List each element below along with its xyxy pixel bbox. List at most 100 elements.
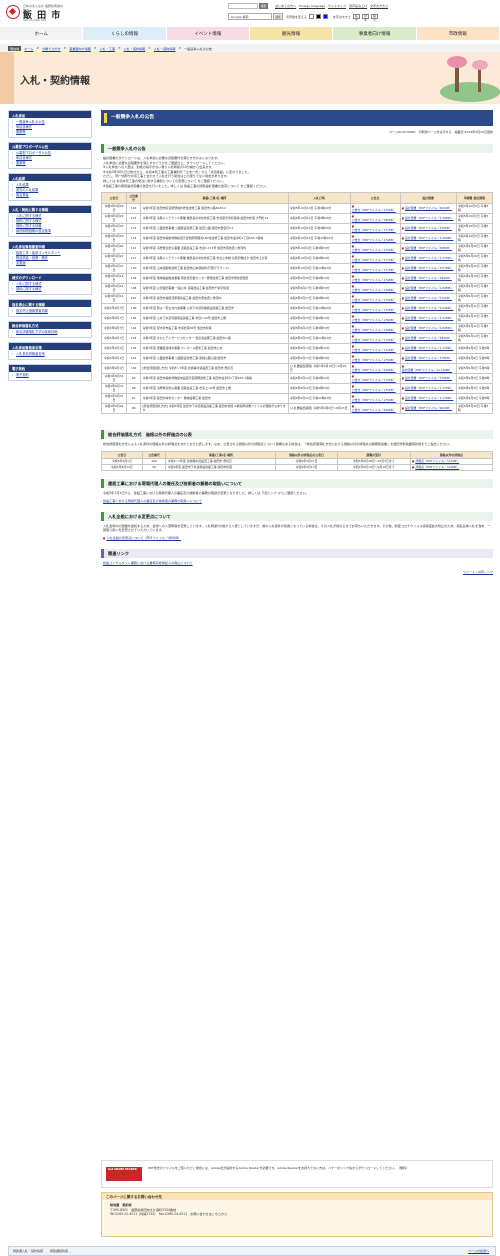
design-pdf-link[interactable]: 設計図書（PDFファイル／1.09MB） — [405, 286, 453, 290]
city-logo[interactable]: 日本のまんなか 長野県南信州 信州 飯 田 市 Iida City Web Si… — [6, 3, 66, 23]
design-pdf-link[interactable]: 設計図書（PDFファイル／376KB） — [405, 226, 452, 230]
notice-pdf-link[interactable]: 公告文（PDFファイル／173KB） — [352, 308, 396, 312]
related-link[interactable]: 建設コンサルタント業務における業務完成保証人の廃止について — [103, 561, 193, 565]
sidebar-item[interactable]: 一般競争入札の公告 — [16, 120, 45, 124]
notice-pdf-link[interactable]: 公告文（PDFファイル／174KB） — [352, 238, 396, 242]
design-pdf-link[interactable]: 設計図書（PDFファイル／512KB） — [405, 296, 452, 300]
design-pdf-link[interactable]: 設計図書（PDFファイル／1.37MB） — [405, 256, 453, 260]
design-pdf-link[interactable]: 設計図書（PDFファイル／4.49MB） — [405, 216, 453, 220]
gnav-item[interactable]: 事業者向け情報 — [333, 27, 417, 40]
design-pdf-link[interactable]: 設計図書（PDFファイル／458KB） — [405, 246, 452, 250]
notice-pdf-link[interactable]: 公告文（PDFファイル／175KB） — [352, 248, 396, 252]
sidebar-item[interactable]: 最低制限価格の設定基準 — [16, 229, 51, 233]
sidebar-item[interactable]: 物品供給・役務・委託 — [16, 256, 48, 260]
notice-pdf-link[interactable]: 公告文（PDFファイル／174KB） — [352, 348, 396, 352]
score-pdf-link[interactable]: 評価点（PDFファイル／111KB） — [415, 459, 459, 463]
notice-pdf-link[interactable]: 公告文（PDFファイル／175KB） — [352, 208, 396, 212]
design-pdf-link[interactable]: 設計図書（PDFファイル／962KB） — [405, 406, 452, 410]
notice-pdf-link[interactable]: 公告文（PDFファイル／174KB） — [352, 278, 396, 282]
sidebar-item[interactable]: 申請書様式 — [16, 125, 32, 129]
design-pdf-link[interactable]: 設計図書（PDFファイル／1.17MB） — [405, 396, 453, 400]
sidebar-item[interactable]: 総合評価落札方式の技術評価 — [16, 330, 57, 334]
design-pdf-link[interactable]: 設計図書（PDFファイル／3.26MB） — [405, 236, 453, 240]
tweet-link[interactable]: ツイート / 共有リンク — [463, 570, 493, 574]
sec4-link[interactable]: 入札全般の変更点について（PDFファイル／489KB） — [106, 536, 181, 540]
gnav-item[interactable]: イベント情報 — [166, 27, 250, 40]
sidebar-item[interactable]: 電子契約 — [16, 373, 29, 377]
design-pdf-link[interactable]: 設計図書（PDFファイル／284KB） — [405, 336, 452, 340]
notice-pdf-link[interactable]: 公告文（PDFファイル／268KB） — [352, 408, 396, 412]
sidebar-item[interactable]: 入札に関する様式 — [16, 282, 42, 286]
sidebar-item[interactable]: 入札結果 — [16, 183, 29, 187]
sidebar-item[interactable]: 要綱等 — [16, 161, 26, 165]
sidebar-item[interactable]: 契約に関する様式 — [16, 219, 42, 223]
sidebar-item[interactable]: 公募型プロポーザル公告 — [16, 151, 51, 155]
bg-blue-button[interactable] — [322, 14, 328, 19]
score-pdf-link[interactable]: 評価点（PDFファイル／110KB） — [415, 465, 459, 469]
notice-pdf-link[interactable]: 公告文（PDFファイル／177KB） — [352, 228, 396, 232]
design-pdf-link[interactable]: 設計図書（PDFファイル／378KB） — [405, 356, 452, 360]
sidebar-item[interactable]: 要綱等 — [16, 130, 26, 134]
notice-pdf-link[interactable]: 公告文（PDFファイル／175KB） — [352, 358, 396, 362]
breadcrumb-item[interactable]: 入札・契約情報 — [124, 46, 146, 51]
sidebar-item[interactable]: 申請書様式 — [16, 156, 32, 160]
breadcrumb-item[interactable]: 事業者向け情報 — [69, 46, 91, 51]
design-pdf-link[interactable]: 設計図書（PDFファイル／2.51MB） — [405, 316, 453, 320]
notice-pdf-link[interactable]: 公告文（PDFファイル／175KB） — [352, 398, 396, 402]
top-link[interactable]: Foreign language — [299, 4, 325, 8]
site-search-input[interactable] — [228, 3, 258, 9]
notice-pdf-link[interactable]: 公告文（PDFファイル／174KB） — [352, 338, 396, 342]
sidebar-item[interactable]: 契約に関する様式 — [16, 287, 42, 291]
sec3-link[interactable]: 建設工事における現場代理人の兼任及び技術者の兼務の取扱いについて — [103, 499, 202, 503]
gnav-item[interactable]: ホーム — [0, 27, 84, 40]
gnav-item[interactable]: 市政情報 — [416, 27, 500, 40]
design-pdf-link[interactable]: 設計図書（PDFファイル／284KB） — [405, 276, 452, 280]
google-search-input[interactable]: Google 検索 — [228, 13, 272, 20]
breadcrumb-item[interactable]: ホーム — [24, 46, 33, 51]
google-search-button[interactable]: 検索 — [273, 13, 283, 20]
gnav-item[interactable]: 観光情報 — [249, 27, 334, 40]
sidebar-item[interactable]: 入札に関する様式 — [16, 214, 42, 218]
breadcrumb-item[interactable]: 入札・工事 — [99, 46, 114, 51]
bg-white-button[interactable] — [308, 14, 314, 19]
sidebar-item[interactable]: 入札参加資格者名簿 — [16, 352, 45, 356]
sidebar-item[interactable]: 建設工事・建設コンサルタント — [16, 251, 61, 255]
font-shrink-button[interactable]: 縮小 — [370, 14, 378, 22]
notice-pdf-link[interactable]: 公告文（PDFファイル／175KB） — [352, 388, 396, 392]
adobe-reader-banner[interactable]: Get ADOBE READER — [106, 1167, 142, 1181]
return-top-link[interactable]: ページの先頭へ — [468, 1249, 489, 1253]
notice-pdf-link[interactable]: 公告文（PDFファイル／178KB） — [352, 288, 396, 292]
design-pdf-link[interactable]: 設計図書（PDFファイル／9.04MB） — [405, 306, 453, 310]
top-link[interactable]: 文字の大きさ — [370, 4, 388, 8]
notice-pdf-link[interactable]: 公告文（PDFファイル／228KB） — [352, 368, 396, 372]
design-pdf-link[interactable]: 設計図書（PDFファイル／1.15MB） — [405, 386, 453, 390]
top-link[interactable]: サイトマップ — [328, 4, 346, 8]
sidebar-item[interactable]: 契約に関する情報 — [16, 224, 42, 228]
design-pdf-link[interactable]: 設計図書（PDFファイル／2.00MB） — [405, 326, 453, 330]
design-pdf-link[interactable]: 設計図書（PDFファイル／400KB） — [405, 206, 452, 210]
gnav-item[interactable]: くらしの情報 — [83, 27, 167, 40]
sidebar-item[interactable]: 指名停止措置業者情報 — [16, 309, 48, 313]
top-link[interactable]: はじめての方へ — [275, 4, 296, 8]
sidebar-item[interactable]: 変更届 — [16, 261, 26, 265]
sidebar-item[interactable]: 過去の入札結果 — [16, 188, 38, 192]
design-pdf-link[interactable]: 設計図書（PDFファイル／378KB） — [405, 376, 452, 380]
notice-pdf-link[interactable]: 公告文（PDFファイル／174KB） — [352, 378, 396, 382]
notice-pdf-link[interactable]: 公告文（PDFファイル／180KB） — [352, 218, 396, 222]
font-enlarge-button[interactable]: 拡大 — [352, 14, 360, 22]
font-standard-button[interactable]: 標準 — [361, 14, 369, 22]
bg-black-button[interactable] — [315, 14, 321, 19]
design-pdf-link[interactable]: 設計図書（PDFファイル／1.11MB） — [405, 346, 453, 350]
top-link[interactable]: 音声読み上げ — [349, 4, 367, 8]
site-search-button[interactable]: 検索 — [259, 3, 268, 9]
notice-pdf-link[interactable]: 公告文（PDFファイル／176KB） — [352, 318, 396, 322]
notice-pdf-link[interactable]: 公告文（PDFファイル／177KB） — [352, 258, 396, 262]
breadcrumb-item[interactable]: 分類でさがす — [42, 46, 61, 51]
design-pdf-link[interactable]: 設計図書（PDFファイル／11.15MB） — [402, 368, 452, 372]
notice-pdf-link[interactable]: 公告文（PDFファイル／178KB） — [352, 328, 396, 332]
notice-pdf-link[interactable]: 公告文（PDFファイル／175KB） — [352, 298, 396, 302]
notice-pdf-link[interactable]: 公告文（PDFファイル／177KB） — [352, 268, 396, 272]
breadcrumb-item[interactable]: 入札・契約情報 — [154, 46, 176, 51]
sidebar-item[interactable]: 指名業者 — [16, 193, 29, 197]
design-pdf-link[interactable]: 設計図書（PDFファイル／3.07MB） — [405, 266, 453, 270]
